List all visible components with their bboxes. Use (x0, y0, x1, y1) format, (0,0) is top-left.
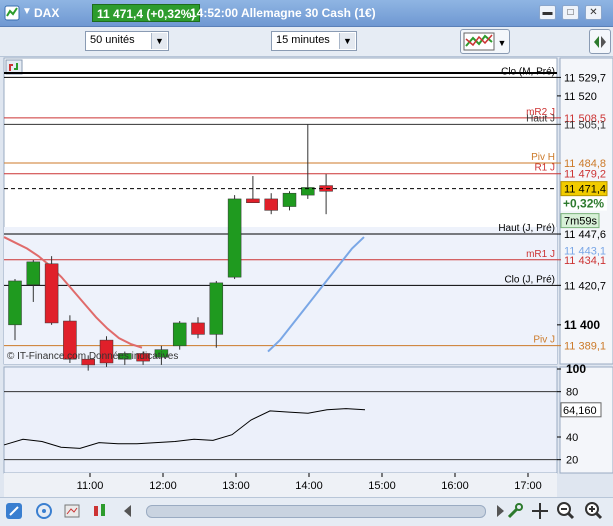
main-plot-shade (4, 227, 557, 364)
time-label: 16:00 (441, 480, 469, 492)
units-select-value: 50 unités (90, 34, 135, 46)
axis-tick-label: 11 520 (564, 91, 597, 103)
toolbar: 50 unités ▼ 15 minutes ▼ ▼ (0, 27, 613, 57)
time-label: 13:00 (222, 480, 250, 492)
units-select[interactable]: 50 unités ▼ (85, 31, 169, 51)
candle-body (191, 322, 205, 335)
reload-icon[interactable] (5, 59, 23, 75)
axis-tick-label: 11 400 (564, 318, 600, 332)
time-scrollbar[interactable] (146, 505, 486, 518)
time-label: 14:00 (295, 480, 323, 492)
time-and-instrument: 14:52:00 Allemagne 30 Cash (1€) (190, 6, 376, 20)
indicators-icon: ▼ (463, 32, 507, 51)
scroll-left-icon[interactable] (118, 501, 138, 521)
change-label: +0,32% (563, 197, 604, 211)
maximize-button[interactable]: □ (562, 5, 579, 20)
indicator-plot-background (3, 366, 558, 474)
candle-body (282, 192, 297, 207)
candle-body (246, 198, 260, 203)
level-price-label: 11 389,1 (564, 341, 606, 353)
zoom-out-icon[interactable] (556, 501, 576, 521)
chart-area[interactable]: Clo (M, Pré) mR2 J Haut J Piv H R1 J Haut (J,… (0, 57, 613, 497)
level-price-label: 11 479,2 (564, 169, 606, 181)
panel-toggle-button[interactable] (589, 29, 611, 54)
fit-icon[interactable] (530, 501, 550, 521)
level-label: Haut J (526, 113, 555, 124)
level-price-label: 11 529,7 (564, 72, 606, 84)
level-label: Clo (J, Pré) (504, 274, 555, 285)
level-label: Piv J (533, 335, 555, 346)
level-label: R1 J (534, 163, 555, 174)
chevron-down-icon[interactable]: ▼ (339, 33, 355, 49)
chevron-down-icon[interactable]: ▼ (151, 33, 167, 49)
time-label: 11:00 (77, 480, 104, 492)
price-chart[interactable]: Clo (M, Pré)mR2 JHaut JPiv HR1 JHaut (J,… (0, 57, 613, 497)
time-label: 12:00 (149, 480, 177, 492)
app-logo-icon (4, 5, 20, 21)
level-label: mR1 J (526, 249, 555, 260)
candle-body (264, 198, 278, 211)
zoom-in-icon[interactable] (584, 501, 604, 521)
watermark: © IT-Finance.com Données indicatives (7, 351, 178, 362)
candle-body (172, 322, 187, 347)
level-label: Clo (M, Pré) (501, 66, 555, 77)
level-price-label: 11 505,1 (564, 119, 606, 131)
arrows-icon (594, 36, 606, 48)
link-icon[interactable] (34, 501, 54, 521)
level-price-label: 11 420,7 (564, 280, 606, 292)
close-button[interactable]: ✕ (585, 5, 602, 20)
indicator-tick-label: 100 (566, 362, 586, 376)
candle-body (209, 282, 224, 335)
candle-body (26, 261, 41, 286)
symbol-label: DAX (34, 6, 60, 20)
settings-icon[interactable] (62, 501, 82, 521)
wrench-icon[interactable] (505, 501, 525, 521)
minimize-button[interactable]: ▬ (539, 5, 556, 20)
candle-body (227, 198, 242, 278)
candle-body (44, 263, 59, 324)
interval-select-value: 15 minutes (276, 34, 330, 46)
level-label: Piv H (531, 152, 555, 163)
candle-body (8, 280, 22, 326)
current-price-label: 11 471,4 (564, 184, 606, 196)
time-label: 15:00 (368, 480, 396, 492)
price-change-badge: 11 471,4 (+0,32%) (92, 4, 201, 22)
level-price-label: 11 447,6 (564, 229, 606, 241)
countdown-label: 7m59s (564, 216, 598, 228)
drawing-tools-icon[interactable] (4, 501, 24, 521)
title-bar: ▼ DAX 11 471,4 (+0,32%) 14:52:00 Allemag… (0, 0, 613, 27)
interval-select[interactable]: 15 minutes ▼ (271, 31, 357, 51)
indicator-value-label: 64,160 (563, 405, 597, 417)
level-label: Haut (J, Pré) (498, 223, 555, 234)
indicators-button[interactable]: ▼ (460, 29, 510, 54)
indicator-tick-label: 40 (566, 432, 578, 444)
indicator-tick-label: 80 (566, 387, 578, 399)
chart-type-icon[interactable] (90, 501, 110, 521)
indicator-tick-label: 20 (566, 455, 578, 467)
moving-average-label: 11 443,1 (564, 246, 606, 258)
svg-text:▼: ▼ (498, 38, 507, 48)
time-label: 17:00 (514, 480, 542, 492)
dropdown-arrow-icon[interactable]: ▼ (22, 6, 32, 17)
bottom-toolbar (0, 497, 613, 526)
